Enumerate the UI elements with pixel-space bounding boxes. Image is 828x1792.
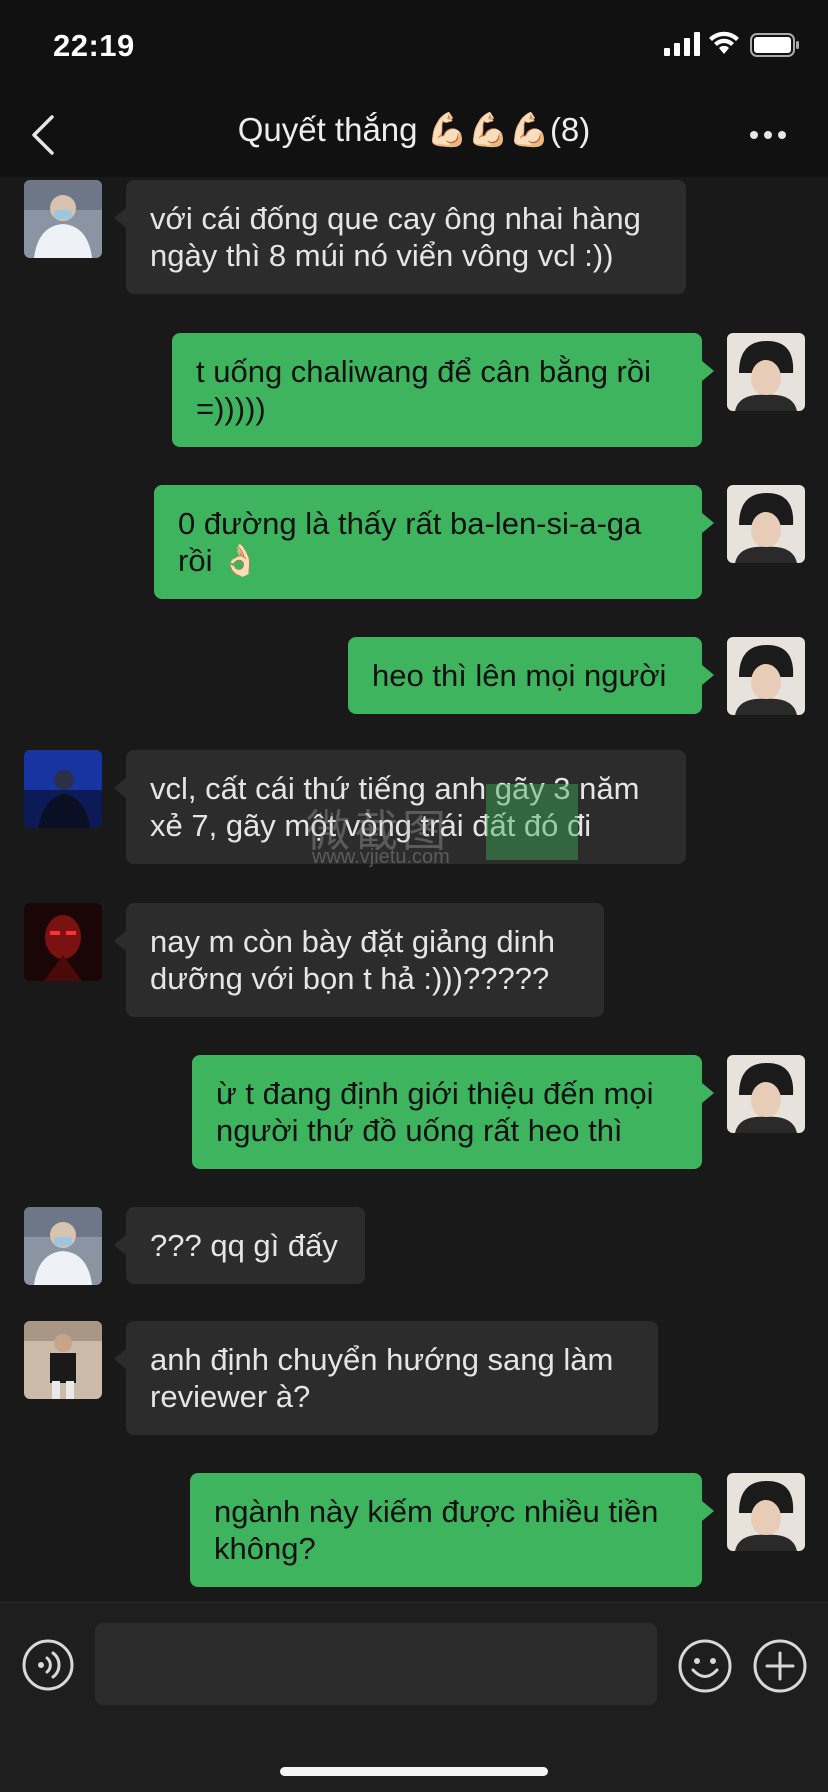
wifi-icon: [709, 31, 739, 54]
watermark-logo: [486, 784, 578, 860]
message-bubble[interactable]: heo thì lên mọi người: [348, 637, 714, 714]
avatar[interactable]: [24, 1321, 102, 1399]
input-bar: [0, 1602, 828, 1792]
more-options-icon[interactable]: [748, 129, 788, 141]
message-bubble[interactable]: ừ t đang định giới thiệu đến mọi người t…: [192, 1055, 714, 1169]
avatar[interactable]: [24, 1207, 102, 1285]
message-bubble[interactable]: t uống chaliwang để cân bằng rồi =))))): [172, 333, 714, 447]
avatar[interactable]: [727, 637, 805, 715]
message-bubble[interactable]: 0 đường là thấy rất ba-len-si-a-ga rồi 👌…: [154, 485, 714, 599]
chat-header: Quyết thắng 💪🏻💪🏻💪🏻(8): [0, 95, 828, 177]
status-time: 22:19: [53, 28, 135, 63]
message-bubble[interactable]: anh định chuyển hướng sang làm reviewer …: [114, 1321, 658, 1435]
message-bubble[interactable]: ??? qq gì đấy: [114, 1207, 365, 1284]
add-attachment-icon[interactable]: [753, 1639, 807, 1693]
battery-icon: [750, 33, 799, 57]
back-arrow-icon[interactable]: [28, 113, 58, 157]
avatar[interactable]: [727, 333, 805, 411]
avatar[interactable]: [24, 750, 102, 828]
emoji-icon[interactable]: [678, 1639, 732, 1693]
voice-input-icon[interactable]: [22, 1639, 74, 1691]
message-bubble[interactable]: ngành này kiếm được nhiều tiền không?: [190, 1473, 714, 1587]
status-bar: 22:19: [0, 0, 828, 95]
avatar[interactable]: [727, 1473, 805, 1551]
avatar[interactable]: [727, 485, 805, 563]
message-bubble[interactable]: với cái đống que cay ông nhai hàng ngày …: [114, 180, 686, 294]
watermark-url: www.vjietu.com: [312, 846, 450, 868]
chat-title: Quyết thắng 💪🏻💪🏻💪🏻(8): [237, 111, 591, 148]
cellular-signal-icon: [664, 32, 700, 56]
avatar[interactable]: [24, 903, 102, 981]
avatar[interactable]: [727, 1055, 805, 1133]
message-bubble[interactable]: nay m còn bày đặt giảng dinh dưỡng với b…: [114, 903, 604, 1017]
avatar[interactable]: [24, 180, 102, 258]
message-input[interactable]: [95, 1623, 657, 1705]
home-indicator[interactable]: [280, 1767, 548, 1776]
